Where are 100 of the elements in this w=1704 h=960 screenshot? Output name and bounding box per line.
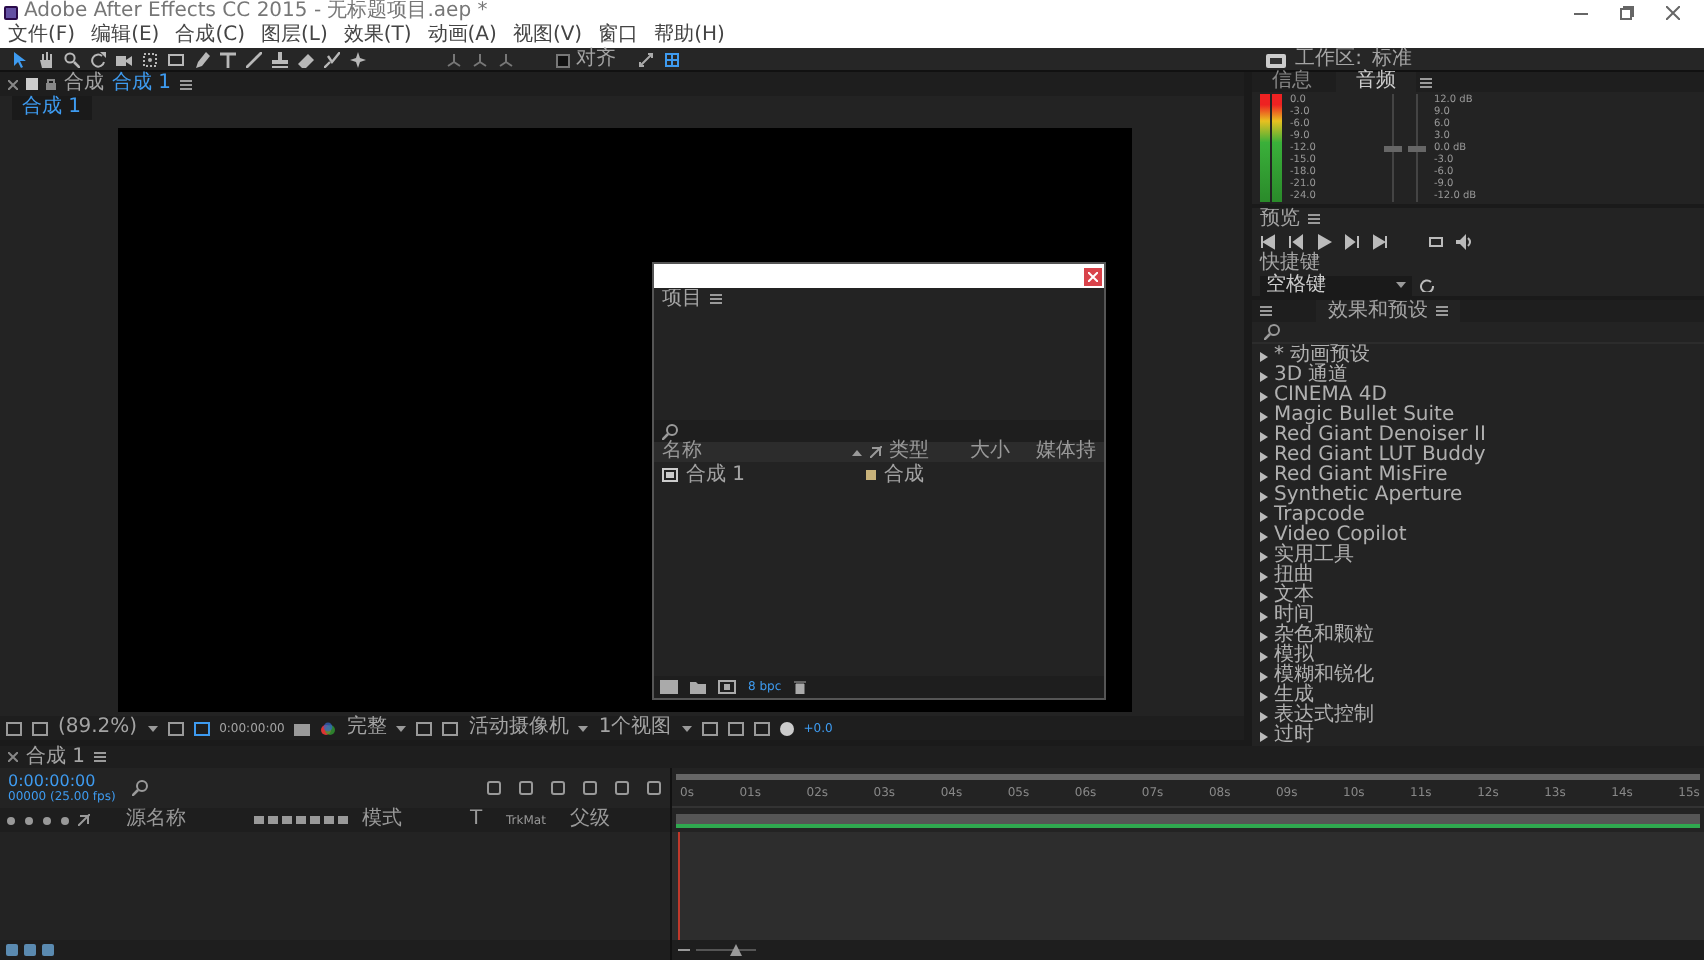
- panel-tab[interactable]: 信息: [1252, 72, 1332, 92]
- effects-category[interactable]: Video Copilot: [1260, 526, 1696, 546]
- close-icon[interactable]: [8, 79, 18, 89]
- column-header[interactable]: 父级: [569, 810, 618, 830]
- views-menu[interactable]: 1个视图: [598, 718, 672, 738]
- pin-icon[interactable]: [350, 52, 366, 68]
- effects-category[interactable]: Trapcode: [1260, 506, 1696, 526]
- menu-icon[interactable]: [1420, 77, 1432, 87]
- menu-icon[interactable]: [1260, 306, 1272, 316]
- mask-icon[interactable]: [193, 721, 210, 735]
- effects-category[interactable]: 扭曲: [1260, 566, 1696, 586]
- shortcut-dropdown[interactable]: 空格键: [1260, 275, 1412, 295]
- zoom-out-icon[interactable]: [678, 944, 690, 956]
- axis-world-icon[interactable]: [472, 52, 488, 68]
- resolution-menu[interactable]: 完整: [346, 718, 387, 738]
- snap-checkbox[interactable]: [556, 53, 570, 67]
- menu-item[interactable]: 图层(L): [260, 26, 328, 46]
- menu-item[interactable]: 文件(F): [8, 26, 76, 46]
- effects-category[interactable]: 时间: [1260, 606, 1696, 626]
- close-icon[interactable]: [8, 752, 18, 762]
- effects-category[interactable]: 生成: [1260, 686, 1696, 706]
- effects-category[interactable]: Red Giant Denoiser II: [1260, 426, 1696, 446]
- panel-tab[interactable]: 音频: [1336, 72, 1416, 92]
- menu-item[interactable]: 编辑(E): [91, 26, 160, 46]
- search-icon[interactable]: [1264, 324, 1280, 340]
- work-area-bar[interactable]: [676, 813, 1700, 827]
- eraser-icon[interactable]: [298, 52, 314, 68]
- play-icon[interactable]: [1316, 233, 1332, 249]
- previous-frame-icon[interactable]: [1288, 233, 1304, 249]
- effects-category[interactable]: Synthetic Aperture: [1260, 486, 1696, 506]
- effects-category[interactable]: 实用工具: [1260, 546, 1696, 566]
- stamp-icon[interactable]: [272, 52, 288, 68]
- panel-toggle-icon[interactable]: [664, 52, 680, 68]
- effects-category[interactable]: 模糊和锐化: [1260, 666, 1696, 686]
- first-frame-icon[interactable]: [1260, 233, 1276, 249]
- brush-icon[interactable]: [246, 52, 262, 68]
- current-time[interactable]: 0:00:00:00: [8, 772, 116, 790]
- column-header[interactable]: 媒体持: [1036, 442, 1096, 462]
- volume-slider-thumb[interactable]: [1383, 145, 1402, 151]
- menu-icon[interactable]: [1308, 214, 1320, 224]
- new-composition-icon[interactable]: [718, 680, 736, 694]
- speaker-icon[interactable]: [1456, 233, 1472, 249]
- rectangle-icon[interactable]: [168, 52, 184, 68]
- search-icon[interactable]: [131, 780, 148, 796]
- effects-category[interactable]: CINEMA 4D: [1260, 386, 1696, 406]
- workspace-menu[interactable]: 标准: [1372, 50, 1412, 70]
- camera-menu[interactable]: 活动摄像机: [468, 718, 569, 738]
- next-frame-icon[interactable]: [1344, 233, 1360, 249]
- type-tool-icon[interactable]: [220, 52, 236, 68]
- zoom-icon[interactable]: [64, 52, 80, 68]
- effects-category[interactable]: Red Giant MisFire: [1260, 466, 1696, 486]
- exposure-icon[interactable]: [779, 721, 794, 735]
- menu-icon[interactable]: [1436, 306, 1448, 316]
- trash-icon[interactable]: [793, 680, 806, 694]
- color-channel-icon[interactable]: [320, 721, 337, 735]
- column-header[interactable]: T: [470, 810, 498, 830]
- composition-tab[interactable]: 合成 1: [112, 74, 172, 94]
- menu-icon[interactable]: [179, 79, 192, 89]
- reset-icon[interactable]: [1420, 278, 1434, 292]
- loop-icon[interactable]: [1428, 233, 1444, 249]
- folder-icon[interactable]: [690, 680, 706, 694]
- axis-local-icon[interactable]: [446, 52, 462, 68]
- menu-item[interactable]: 窗口: [598, 26, 639, 46]
- restore-icon[interactable]: [1620, 5, 1634, 19]
- menu-item[interactable]: 帮助(H): [654, 26, 725, 46]
- selection-arrow-icon[interactable]: [12, 52, 28, 68]
- effects-category[interactable]: 3D 通道: [1260, 366, 1696, 386]
- menu-item[interactable]: 视图(V): [512, 26, 583, 46]
- time-navigator[interactable]: [672, 768, 1704, 786]
- effects-category[interactable]: 模拟: [1260, 646, 1696, 666]
- close-icon[interactable]: [1666, 5, 1680, 19]
- view-tab[interactable]: 合成 1: [12, 96, 92, 120]
- zoom-menu[interactable]: (89.2%): [58, 718, 138, 738]
- expand-icon[interactable]: [638, 52, 654, 68]
- zoom-slider-icon[interactable]: [696, 944, 756, 956]
- timeline-tab[interactable]: 合成 1: [26, 747, 86, 767]
- close-button[interactable]: [1084, 267, 1102, 285]
- column-header[interactable]: 源名称: [126, 810, 246, 830]
- hand-icon[interactable]: [38, 52, 54, 68]
- effects-category[interactable]: Magic Bullet Suite: [1260, 406, 1696, 426]
- volume-slider-thumb[interactable]: [1407, 145, 1426, 151]
- pen-icon[interactable]: [194, 52, 210, 68]
- effects-category[interactable]: 杂色和颗粒: [1260, 626, 1696, 646]
- project-item-name[interactable]: 合成 1: [686, 465, 858, 485]
- axis-view-icon[interactable]: [498, 52, 514, 68]
- workspace-icon[interactable]: [1265, 53, 1286, 67]
- menu-item[interactable]: 效果(T): [343, 26, 412, 46]
- pan-icon[interactable]: [142, 52, 158, 68]
- last-frame-icon[interactable]: [1372, 233, 1388, 249]
- effects-category[interactable]: 过时: [1260, 726, 1696, 746]
- column-header[interactable]: 类型: [889, 442, 962, 462]
- search-icon[interactable]: [662, 423, 678, 439]
- menu-item[interactable]: 动画(A): [427, 26, 497, 46]
- roto-brush-icon[interactable]: [324, 52, 340, 68]
- effects-category[interactable]: 文本: [1260, 586, 1696, 606]
- camera-icon[interactable]: [116, 52, 132, 68]
- rotate-icon[interactable]: [90, 52, 106, 68]
- effects-category[interactable]: * 动画预设: [1260, 346, 1696, 366]
- menu-icon[interactable]: [93, 752, 106, 762]
- menu-item[interactable]: 合成(C): [175, 26, 245, 46]
